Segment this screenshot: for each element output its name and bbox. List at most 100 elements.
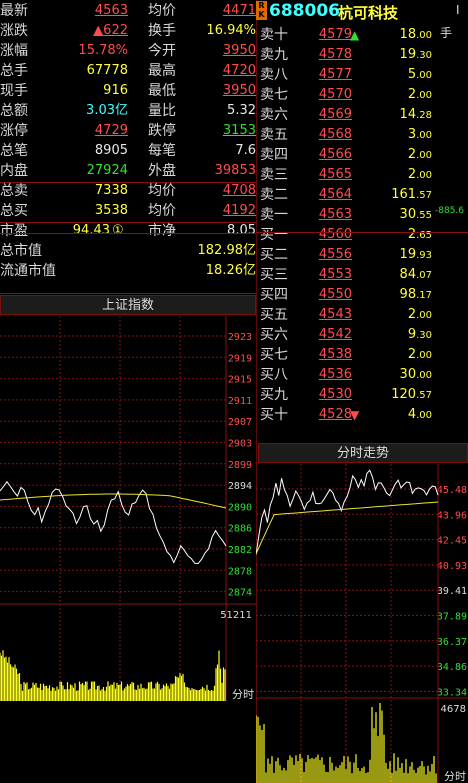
volume-int: 2 <box>407 227 417 242</box>
level-price: 4543 <box>318 307 352 322</box>
level-label: 卖一 <box>260 207 288 223</box>
volume-int: 9 <box>407 327 417 342</box>
level-price: 4578 <box>318 47 352 62</box>
level-volume: 2.00 <box>370 305 432 326</box>
bid-row[interactable]: 买五 4543 2.00 <box>260 305 468 325</box>
bid-row[interactable]: 买七 4538 2.00 <box>260 345 468 365</box>
axis-tick: 2890 <box>228 502 252 513</box>
bid-row[interactable]: 买一 4560 2.65 <box>260 225 468 245</box>
ask-row[interactable]: 卖一 4563 30.55 -885.6 <box>260 205 468 225</box>
label-limit_up: 涨停 <box>0 123 28 139</box>
volume-int: 30 <box>399 367 417 382</box>
value-change: ▲622 <box>93 23 128 38</box>
bid-row[interactable]: 买三 4553 84.07 <box>260 265 468 285</box>
index-panel-title[interactable]: 上证指数 <box>0 295 256 315</box>
level-price: 4570 <box>318 87 352 102</box>
volume-dec: .00 <box>416 150 432 161</box>
level-price: 4577 <box>318 67 352 82</box>
level-volume: 30.00 <box>370 365 432 386</box>
level-label: 卖五 <box>260 127 288 143</box>
label-buy_avg: 均价 <box>148 203 176 219</box>
level-price: 4542 <box>318 327 352 342</box>
quote-row: 流通市值 18.26亿 <box>0 261 256 281</box>
ask-row[interactable]: 卖七 4570 2.00 <box>260 85 468 105</box>
ask-row[interactable]: 卖三 4565 2.00 <box>260 165 468 185</box>
rk-badge[interactable]: R K <box>256 1 267 20</box>
value-high: 4720 <box>222 63 256 78</box>
value-latest: 4563 <box>94 3 128 18</box>
bid-row[interactable]: 买十 4528 4.00 ▼ <box>260 405 468 425</box>
label-pe: 市盈 <box>0 223 28 239</box>
ask-row[interactable]: 卖六 4569 14.28 <box>260 105 468 125</box>
axis-tick: 36.37 <box>437 637 467 648</box>
volume-int: 2 <box>407 347 417 362</box>
value-sell_avg: 4708 <box>222 183 256 198</box>
level-label: 卖七 <box>260 87 288 103</box>
quote-row: 最新 4563 均价 4471 <box>0 1 256 21</box>
level-label: 卖十 <box>260 27 288 43</box>
volume-int: 30 <box>399 207 417 222</box>
level-volume: 4.00 <box>370 405 432 426</box>
level-price: 4538 <box>318 347 352 362</box>
value-limit_down: 3153 <box>222 123 256 138</box>
level-volume: 5.00 <box>370 65 432 86</box>
volume-dec: .00 <box>416 310 432 321</box>
bid-row[interactable]: 买八 4536 30.00 <box>260 365 468 385</box>
value-buy_avg: 4192 <box>222 203 256 218</box>
ask-row[interactable]: 卖九 4578 19.30 <box>260 45 468 65</box>
ask-row[interactable]: 卖四 4566 2.00 <box>260 145 468 165</box>
volume-dec: .30 <box>416 330 432 341</box>
divider <box>0 293 256 294</box>
volume-dec: .00 <box>416 370 432 381</box>
quote-row: 总额 3.03亿 量比 5.32 <box>0 101 256 121</box>
value-pct: 15.78% <box>78 43 128 58</box>
level-label: 卖九 <box>260 47 288 63</box>
volume-dec: .28 <box>416 110 432 121</box>
label-vol_ratio: 量比 <box>148 103 176 119</box>
label-avg: 均价 <box>148 3 176 19</box>
axis-tick: 2911 <box>228 396 252 407</box>
label-float_cap: 流通市值 <box>0 263 56 279</box>
level-label: 买五 <box>260 307 288 323</box>
bid-row[interactable]: 买六 4542 9.30 <box>260 325 468 345</box>
volume-dec: .00 <box>416 410 432 421</box>
label-amount: 总额 <box>0 103 28 119</box>
quote-row: 总市值 182.98亿 <box>0 241 256 261</box>
level-price: 4556 <box>318 247 352 262</box>
level-volume: 84.07 <box>370 265 432 286</box>
volume-dec: .00 <box>416 70 432 81</box>
level-volume: 18.00 <box>370 25 432 46</box>
volume-dec: .00 <box>416 90 432 101</box>
value-now_hands: 916 <box>103 83 128 98</box>
level-label: 卖二 <box>260 187 288 203</box>
level-volume: 2.00 <box>370 85 432 106</box>
bid-row[interactable]: 买九 4530 120.57 <box>260 385 468 405</box>
volume-max-label: 4678 <box>441 704 466 715</box>
level-price: 4568 <box>318 127 352 142</box>
level-label: 买十 <box>260 407 288 423</box>
quote-row: 涨跌 ▲622 换手 16.94% <box>0 21 256 41</box>
axis-tick: 2882 <box>228 545 252 556</box>
bid-row[interactable]: 买二 4556 19.93 <box>260 245 468 265</box>
volume-int: 19 <box>399 247 417 262</box>
axis-tick: 33.34 <box>437 687 467 698</box>
axis-tick: 39.41 <box>437 586 467 597</box>
quote-row: 总买 3538 均价 4192 <box>0 201 256 221</box>
level-label: 卖四 <box>260 147 288 163</box>
average-line <box>256 501 439 555</box>
intraday-panel-title[interactable]: 分时走势 <box>258 443 468 463</box>
info-icon[interactable]: ① <box>112 221 124 241</box>
corner-label: I <box>456 3 460 17</box>
ask-row[interactable]: 卖十 4579 18.00 ▲ <box>260 25 468 45</box>
ask-bid-divider <box>256 232 468 233</box>
ask-row[interactable]: 卖八 4577 5.00 <box>260 65 468 85</box>
level-price: 4566 <box>318 147 352 162</box>
value-total_sell: 7338 <box>94 183 128 198</box>
label-high: 最高 <box>148 63 176 79</box>
bid-row[interactable]: 买四 4550 98.17 <box>260 285 468 305</box>
value-limit_up: 4729 <box>94 123 128 138</box>
level-price: 4563 <box>318 207 352 222</box>
level-label: 买七 <box>260 347 288 363</box>
ask-row[interactable]: 卖五 4568 3.00 <box>260 125 468 145</box>
level-volume: 98.17 <box>370 285 432 306</box>
